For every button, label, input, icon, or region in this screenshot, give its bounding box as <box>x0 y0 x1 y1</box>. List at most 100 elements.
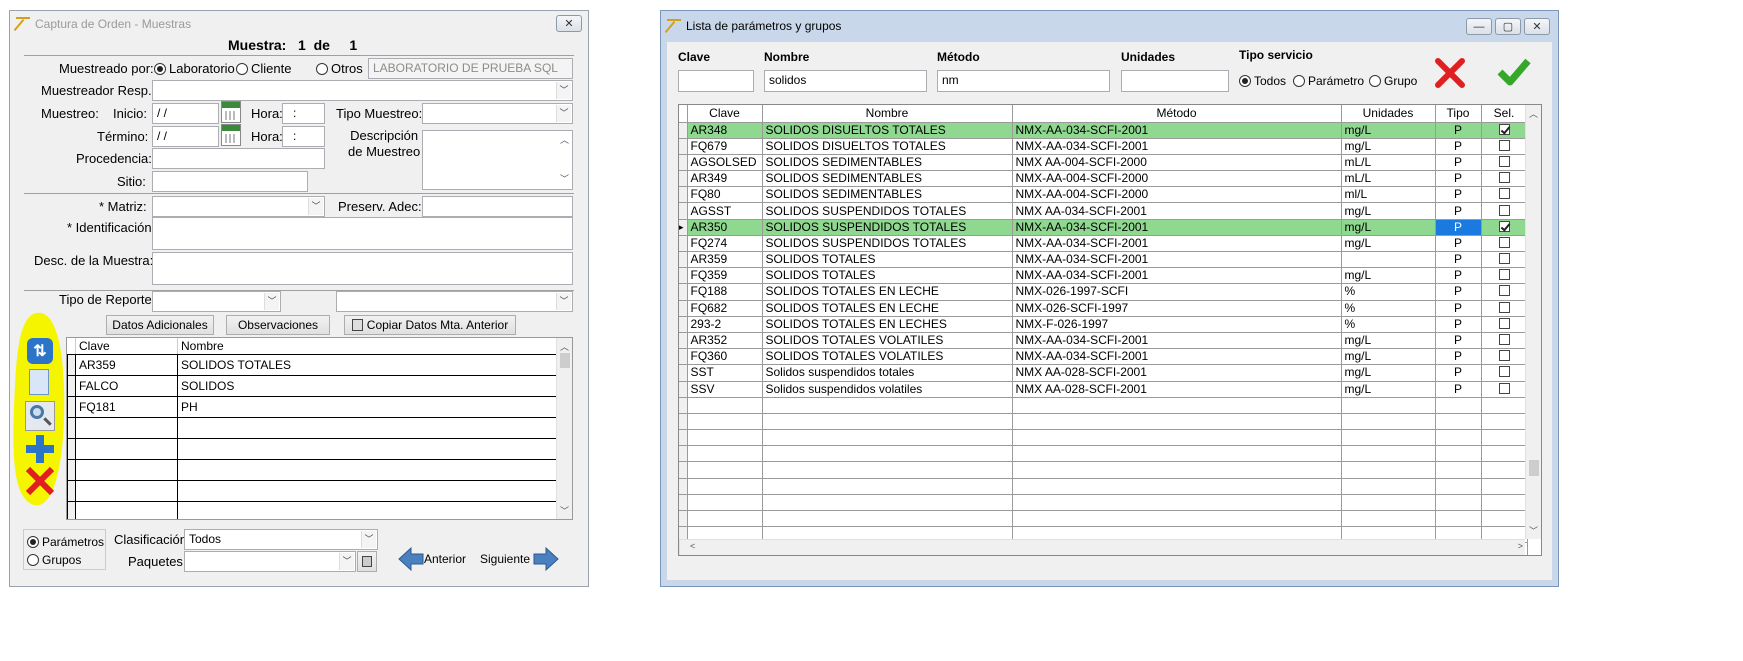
cell-sel[interactable] <box>1481 267 1528 285</box>
cell-nombre[interactable]: SOLIDOS TOTALES VOLATILES <box>762 348 1013 366</box>
table-row[interactable]: FQ181 PH <box>67 395 558 418</box>
cell-clave[interactable]: AR352 <box>687 332 763 350</box>
cell-nombre[interactable] <box>177 458 558 481</box>
maximize-button[interactable]: ▢ <box>1495 18 1521 35</box>
cell-nombre[interactable] <box>177 500 558 519</box>
cell-unidades[interactable] <box>1341 429 1436 447</box>
select-checkbox[interactable] <box>1498 317 1510 329</box>
copiar-datos-button[interactable]: Copiar Datos Mta. Anterior <box>344 315 516 335</box>
cell-unidades[interactable]: mg/L <box>1341 122 1436 139</box>
cell-nombre[interactable]: SOLIDOS SEDIMENTABLES <box>762 186 1013 204</box>
cell-tipo[interactable]: P <box>1435 186 1482 204</box>
cell-metodo[interactable] <box>1012 510 1342 528</box>
cell-nombre[interactable] <box>762 413 1013 431</box>
cell-unidades[interactable]: mL/L <box>1341 170 1436 188</box>
cell-tipo[interactable] <box>1435 445 1482 463</box>
cell-unidades[interactable] <box>1341 461 1436 479</box>
cell-nombre[interactable] <box>762 397 1013 414</box>
vertical-scrollbar[interactable]: ︿ ﹀ <box>1525 105 1541 539</box>
col-metodo[interactable]: Método <box>1012 105 1342 123</box>
cell-nombre[interactable] <box>762 461 1013 479</box>
select-checkbox[interactable] <box>1498 172 1510 184</box>
scroll-up-icon[interactable]: ︿ <box>560 133 569 148</box>
cell-tipo[interactable]: P <box>1435 332 1482 350</box>
table-row[interactable] <box>679 445 1528 463</box>
cell-metodo[interactable]: NMX-AA-034-SCFI-2001 <box>1012 235 1342 253</box>
cell-metodo[interactable]: NMX-F-026-1997 <box>1012 316 1342 333</box>
table-row[interactable] <box>679 478 1528 495</box>
row-selector[interactable] <box>679 461 688 479</box>
cell-clave[interactable]: FQ679 <box>687 138 763 155</box>
table-row[interactable]: SSV Solidos suspendidos volatiles NMX AA-0… <box>679 381 1528 398</box>
siguiente-button[interactable]: Siguiente <box>480 546 559 572</box>
cell-clave[interactable]: FQ274 <box>687 235 763 253</box>
table-row[interactable] <box>679 510 1528 528</box>
select-checkbox[interactable] <box>1498 366 1510 378</box>
table-row[interactable]: AGSOLSED SOLIDOS SEDIMENTABLES NMX AA-004-… <box>679 154 1528 172</box>
cell-sel[interactable] <box>1481 186 1528 204</box>
magnifier-icon[interactable] <box>25 401 55 431</box>
table-row[interactable] <box>67 500 558 519</box>
row-selector[interactable] <box>67 437 76 460</box>
select-checkbox[interactable] <box>1498 236 1510 248</box>
cell-tipo[interactable]: P <box>1435 300 1482 317</box>
col-clave[interactable]: Clave <box>687 105 763 123</box>
cell-clave[interactable]: SST <box>687 364 763 382</box>
cell-sel[interactable] <box>1481 202 1528 220</box>
cell-nombre[interactable] <box>762 494 1013 512</box>
cell-clave[interactable] <box>687 397 763 414</box>
cell-nombre[interactable]: SOLIDOS SUSPENDIDOS TOTALES <box>762 219 1013 236</box>
select-checkbox[interactable] <box>1498 220 1510 232</box>
select-checkbox[interactable] <box>1498 139 1510 151</box>
preserv-input[interactable] <box>422 196 573 217</box>
cell-sel[interactable] <box>1481 445 1528 463</box>
cell-nombre[interactable] <box>762 510 1013 528</box>
cell-sel[interactable] <box>1481 235 1528 253</box>
table-row[interactable]: FQ188 SOLIDOS TOTALES EN LECHE NMX-026-199… <box>679 283 1528 301</box>
cell-clave[interactable]: SSV <box>687 381 763 398</box>
desc-muestreo-textarea[interactable]: ︿ ﹀ <box>422 130 573 190</box>
col-tipo[interactable]: Tipo <box>1435 105 1482 123</box>
cell-sel[interactable] <box>1481 219 1528 236</box>
cell-metodo[interactable] <box>1012 461 1342 479</box>
cell-unidades[interactable]: mg/L <box>1341 381 1436 398</box>
inicio-date-input[interactable]: / / <box>152 103 219 124</box>
row-selector[interactable] <box>679 300 688 317</box>
cell-unidades[interactable] <box>1341 510 1436 528</box>
row-selector[interactable] <box>679 251 688 269</box>
cell-unidades[interactable]: mg/L <box>1341 348 1436 366</box>
inicio-hora-input[interactable]: : <box>282 103 325 124</box>
col-sel[interactable]: Sel. <box>1481 105 1528 123</box>
select-checkbox[interactable] <box>1498 269 1510 281</box>
cell-nombre[interactable] <box>177 437 558 460</box>
row-selector[interactable] <box>679 170 688 188</box>
row-selector[interactable] <box>67 353 76 376</box>
table-row[interactable]: SST Solidos suspendidos totales NMX AA-028… <box>679 364 1528 382</box>
document-icon[interactable] <box>29 369 49 395</box>
cell-metodo[interactable] <box>1012 397 1342 414</box>
delete-icon[interactable] <box>25 466 55 496</box>
cell-unidades[interactable] <box>1341 494 1436 512</box>
cell-sel[interactable] <box>1481 429 1528 447</box>
table-row[interactable] <box>679 413 1528 431</box>
cell-sel[interactable] <box>1481 364 1528 382</box>
table-row[interactable] <box>67 458 558 481</box>
cell-unidades[interactable]: mg/L <box>1341 138 1436 155</box>
cell-clave[interactable]: AR359 <box>75 353 178 376</box>
cell-clave[interactable]: FALCO <box>75 374 178 397</box>
cell-clave[interactable]: AR349 <box>687 170 763 188</box>
table-row[interactable] <box>67 437 558 460</box>
cell-tipo[interactable] <box>1435 429 1482 447</box>
cell-nombre[interactable] <box>177 479 558 502</box>
calendar-icon[interactable] <box>221 124 241 146</box>
cell-tipo[interactable]: P <box>1435 267 1482 285</box>
row-selector[interactable] <box>679 429 688 447</box>
row-selector[interactable] <box>679 510 688 528</box>
termino-hora-input[interactable]: : <box>282 126 325 147</box>
row-selector[interactable] <box>679 122 688 139</box>
cell-nombre[interactable] <box>762 445 1013 463</box>
tipo-reporte-select[interactable]: ﹀ <box>152 291 281 312</box>
cell-unidades[interactable]: mg/L <box>1341 219 1436 236</box>
cell-clave[interactable] <box>687 461 763 479</box>
table-row[interactable]: AR352 SOLIDOS TOTALES VOLATILES NMX-AA-034… <box>679 332 1528 350</box>
